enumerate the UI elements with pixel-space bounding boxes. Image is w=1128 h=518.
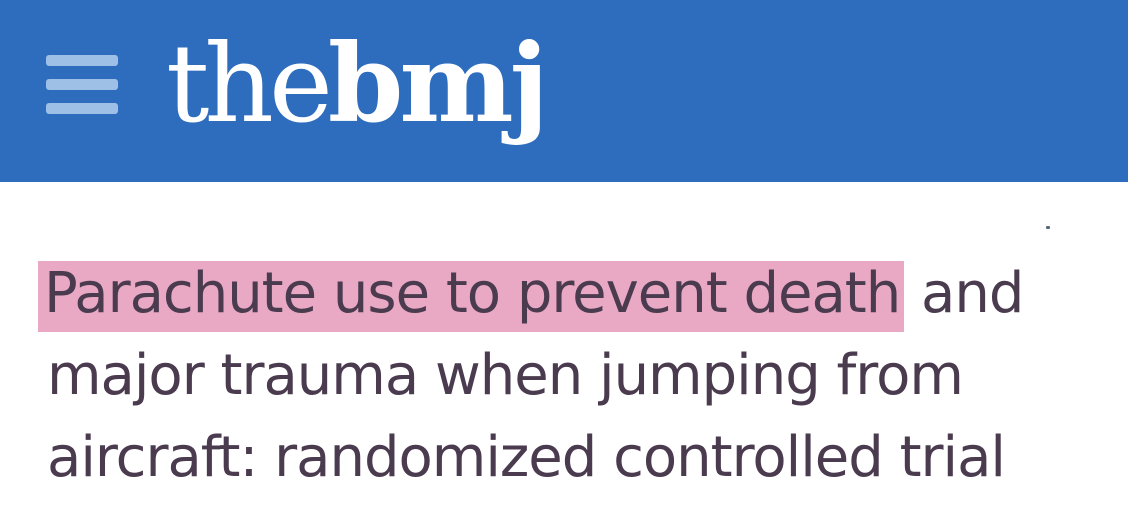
logo-text-bmj: bmj (327, 21, 549, 147)
title-line-3: aircraft: randomized controlled trial (47, 425, 1006, 490)
title-line-2: major trauma when jumping from (47, 343, 964, 408)
logo-text-the: the (166, 22, 333, 147)
menu-bar-bottom (46, 103, 118, 114)
title-line-1-rest: and (904, 261, 1024, 326)
menu-bar-top (46, 55, 118, 66)
menu-bar-middle (46, 79, 118, 90)
site-header: thebmj (0, 0, 1128, 182)
decorative-dot (1046, 226, 1050, 229)
hamburger-menu-icon[interactable] (46, 55, 118, 115)
bmj-logo[interactable]: thebmj (166, 14, 549, 154)
highlighted-text: Parachute use to prevent death (38, 261, 905, 332)
article-title: Parachute use to prevent death and major… (38, 253, 1107, 499)
title-line-1: Parachute use to prevent death and (38, 253, 1107, 335)
page: thebmj Parachute use to prevent death an… (0, 0, 1128, 518)
